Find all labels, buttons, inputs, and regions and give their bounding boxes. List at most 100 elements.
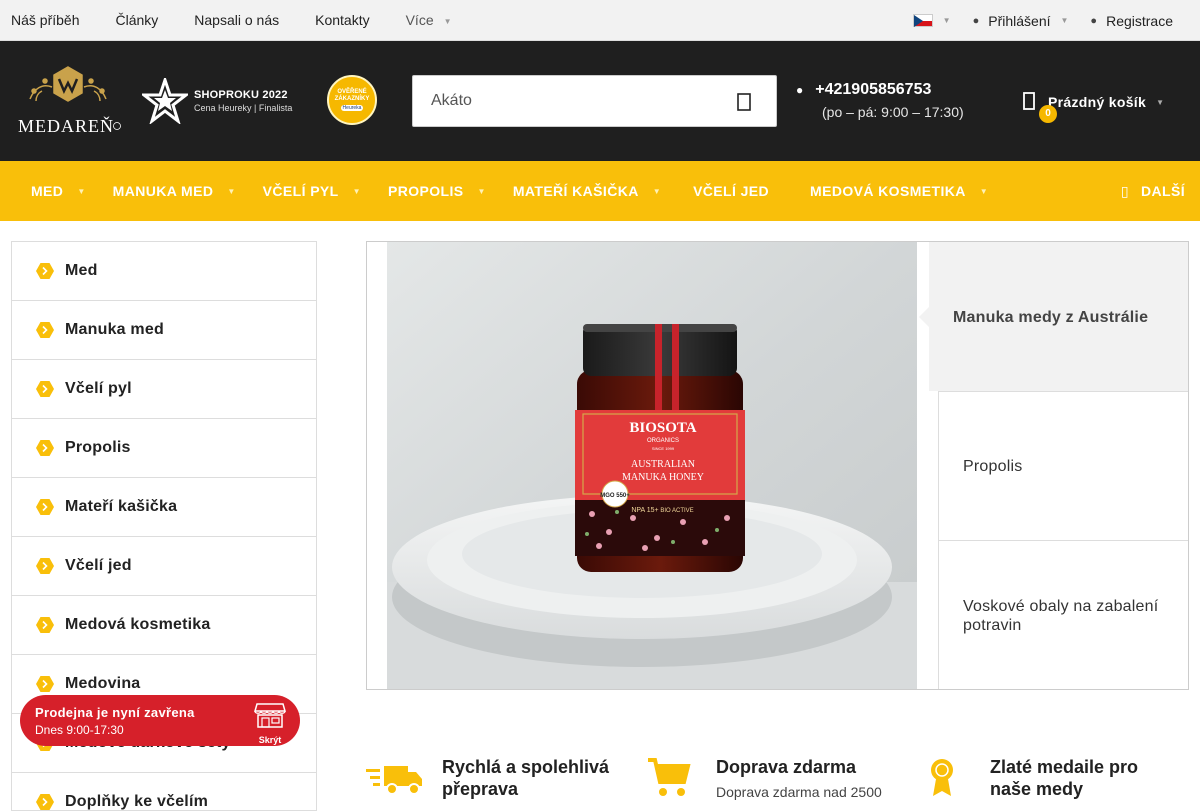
register-label: Registrace xyxy=(1106,12,1173,29)
hamburger-icon: ▯ xyxy=(1120,182,1129,199)
chevron-down-icon: ▼ xyxy=(1156,97,1164,107)
hero-tab-propolis[interactable]: Propolis xyxy=(938,391,1188,540)
sidebar-item-label: Mateří kašička xyxy=(65,498,178,515)
top-link-contacts[interactable]: Kontakty xyxy=(315,12,369,28)
sidebar-item-label: Manuka med xyxy=(65,321,164,338)
store-status-popup: Prodejna je nyní zavřena Dnes 9:00-17:30… xyxy=(20,695,300,746)
hexagon-chevron-icon xyxy=(36,263,54,279)
cart-button[interactable]: 0 Prázdný košík ▼ xyxy=(1022,87,1164,123)
menu-item-pollen[interactable]: VČELÍ PYL ▼ xyxy=(263,183,361,199)
shop-of-year-badge[interactable]: SHOPROKU 2022 Cena Heureky | Finalista xyxy=(142,77,308,125)
hero-product-image[interactable]: BIOSOTA ORGANICS SINCE 1999 AUSTRALIAN M… xyxy=(387,242,917,689)
top-nav: Náš příběh Články Napsali o nás Kontakty… xyxy=(0,0,477,40)
menu-item-label: VČELÍ JED xyxy=(693,183,770,199)
top-link-press[interactable]: Napsali o nás xyxy=(194,12,279,28)
shop-icon xyxy=(254,703,286,728)
hexagon-chevron-icon xyxy=(36,794,54,810)
user-icon: ● xyxy=(972,14,980,27)
top-link-story[interactable]: Náš příběh xyxy=(11,12,79,28)
login-link[interactable]: ● Přihlášení ▼ xyxy=(973,13,1069,29)
feature-free-shipping: Doprava zdarma Doprava zdarma nad 2500 xyxy=(646,756,882,800)
sidebar-item-cosmetics[interactable]: Medová kosmetika xyxy=(12,596,316,655)
menu-item-label: PROPOLIS xyxy=(387,183,464,199)
search-button[interactable] xyxy=(734,91,754,113)
sidebar-item-royal-jelly[interactable]: Mateří kašička xyxy=(12,478,316,537)
menu-item-propolis[interactable]: PROPOLIS ▼ xyxy=(388,183,486,199)
sidebar-item-label: Medová kosmetika xyxy=(65,616,211,633)
sidebar-item-bee-venom[interactable]: Včelí jed xyxy=(12,537,316,596)
site-header: MEDAREŇ SHOPROKU 2022 Cena Heureky | Fin… xyxy=(0,41,1200,161)
hero-tab-label: Voskové obaly na zabalení potravin xyxy=(963,598,1159,634)
feature-title: Zlaté medaile pro naše medy xyxy=(990,757,1139,799)
top-bar: Náš příběh Články Napsali o nás Kontakty… xyxy=(0,0,1200,41)
sidebar-item-manuka[interactable]: Manuka med xyxy=(12,301,316,360)
top-more-label: Více xyxy=(405,12,434,28)
chevron-down-icon: ▼ xyxy=(352,186,361,196)
menu-item-manuka[interactable]: MANUKA MED ▼ xyxy=(113,183,236,199)
top-account-area: ▼ ● Přihlášení ▼ ● Registrace xyxy=(912,0,1200,41)
sidebar-item-accessories[interactable]: Doplňky ke včelím xyxy=(12,773,316,810)
contact-phone[interactable]: ● +421905856753 (po – pá: 9:00 – 17:30) xyxy=(796,81,964,120)
jar-bio: BIO ACTIVE xyxy=(660,508,693,514)
logo-lettering: MEDAREŇ xyxy=(18,115,114,136)
menu-item-bee-venom[interactable]: VČELÍ JED xyxy=(693,183,769,199)
jar-mgo: MGO 550+ xyxy=(600,493,630,499)
cart-bag-icon xyxy=(1022,87,1040,117)
hexagon-chevron-icon xyxy=(36,381,54,397)
jar-name-1: AUSTRALIAN xyxy=(631,459,695,470)
login-label: Přihlášení xyxy=(988,12,1051,29)
top-link-articles[interactable]: Články xyxy=(115,12,158,28)
chevron-down-icon: ▼ xyxy=(227,186,236,196)
language-selector[interactable]: ▼ xyxy=(912,14,951,27)
store-status-title: Prodejna je nyní zavřena xyxy=(35,705,195,720)
hexagon-chevron-icon xyxy=(36,558,54,574)
seal-brand: Heureka xyxy=(340,105,364,111)
sidebar-item-label: Včelí jed xyxy=(65,557,132,574)
search-icon xyxy=(737,93,751,111)
hero-tab-label: Propolis xyxy=(963,458,1023,475)
chevron-down-icon: ▼ xyxy=(477,186,486,196)
sidebar-item-propolis[interactable]: Propolis xyxy=(12,419,316,478)
menu-item-royal-jelly[interactable]: MATEŘÍ KAŠIČKA ▼ xyxy=(513,183,661,199)
sidebar-item-label: Doplňky ke včelím xyxy=(65,793,209,810)
czech-flag-icon xyxy=(912,14,933,27)
chevron-down-icon: ▼ xyxy=(1060,16,1069,25)
hexagon-chevron-icon xyxy=(36,440,54,456)
top-more-menu[interactable]: Více ▼ xyxy=(406,12,452,28)
sidebar-item-med[interactable]: Med xyxy=(12,242,316,301)
verified-customers-seal[interactable]: OVĚŘENÉ ZÁKAZNÍKY Heureka xyxy=(327,75,377,125)
hexagon-chevron-icon xyxy=(36,499,54,515)
feature-title: Rychlá a spolehlivá přeprava xyxy=(442,757,610,799)
search-input[interactable] xyxy=(431,92,731,110)
hero-tab-label: Manuka medy z Austrálie xyxy=(953,309,1149,326)
feature-fast-delivery: Rychlá a spolehlivá přeprava xyxy=(366,756,632,800)
hero-tab-wax-wraps[interactable]: Voskové obaly na zabalení potravin xyxy=(938,540,1188,689)
jar-brand: BIOSOTA xyxy=(629,420,696,436)
menu-item-label: MANUKA MED xyxy=(112,183,214,199)
menu-item-label: MED xyxy=(31,183,64,199)
jar-since: SINCE 1999 xyxy=(652,446,675,451)
shopping-cart-icon xyxy=(648,758,691,796)
opening-hours: (po – pá: 9:00 – 17:30) xyxy=(822,104,964,120)
truck-icon xyxy=(366,766,422,795)
menu-item-cosmetics[interactable]: MEDOVÁ KOSMETIKA ▼ xyxy=(810,183,988,199)
register-icon: ● xyxy=(1090,14,1098,27)
hexagon-chevron-icon xyxy=(36,617,54,633)
menu-item-med[interactable]: MED ▼ xyxy=(31,183,86,199)
hide-popup-button[interactable]: Skrýt xyxy=(248,701,292,745)
award-subtitle: Cena Heureky | Finalista xyxy=(194,103,293,113)
phone-number: +421905856753 xyxy=(815,81,932,98)
sidebar-item-label: Medovina xyxy=(65,675,141,692)
menu-item-label: MATEŘÍ KAŠIČKA xyxy=(512,183,639,199)
menu-more-button[interactable]: ▯ DALŠÍ xyxy=(1121,161,1185,221)
sidebar-item-label: Propolis xyxy=(65,439,131,456)
hero-tab-manuka[interactable]: Manuka medy z Austrálie xyxy=(919,242,1188,391)
register-link[interactable]: ● Registrace xyxy=(1090,13,1173,29)
store-status-hours: Dnes 9:00-17:30 xyxy=(35,723,124,737)
medaren-logo[interactable]: MEDAREŇ xyxy=(12,63,124,139)
active-tab-pointer xyxy=(919,307,929,327)
chevron-down-icon: ▼ xyxy=(77,186,86,196)
phone-icon: ● xyxy=(796,83,804,97)
hexagon-chevron-icon xyxy=(36,322,54,338)
sidebar-item-pollen[interactable]: Včelí pyl xyxy=(12,360,316,419)
